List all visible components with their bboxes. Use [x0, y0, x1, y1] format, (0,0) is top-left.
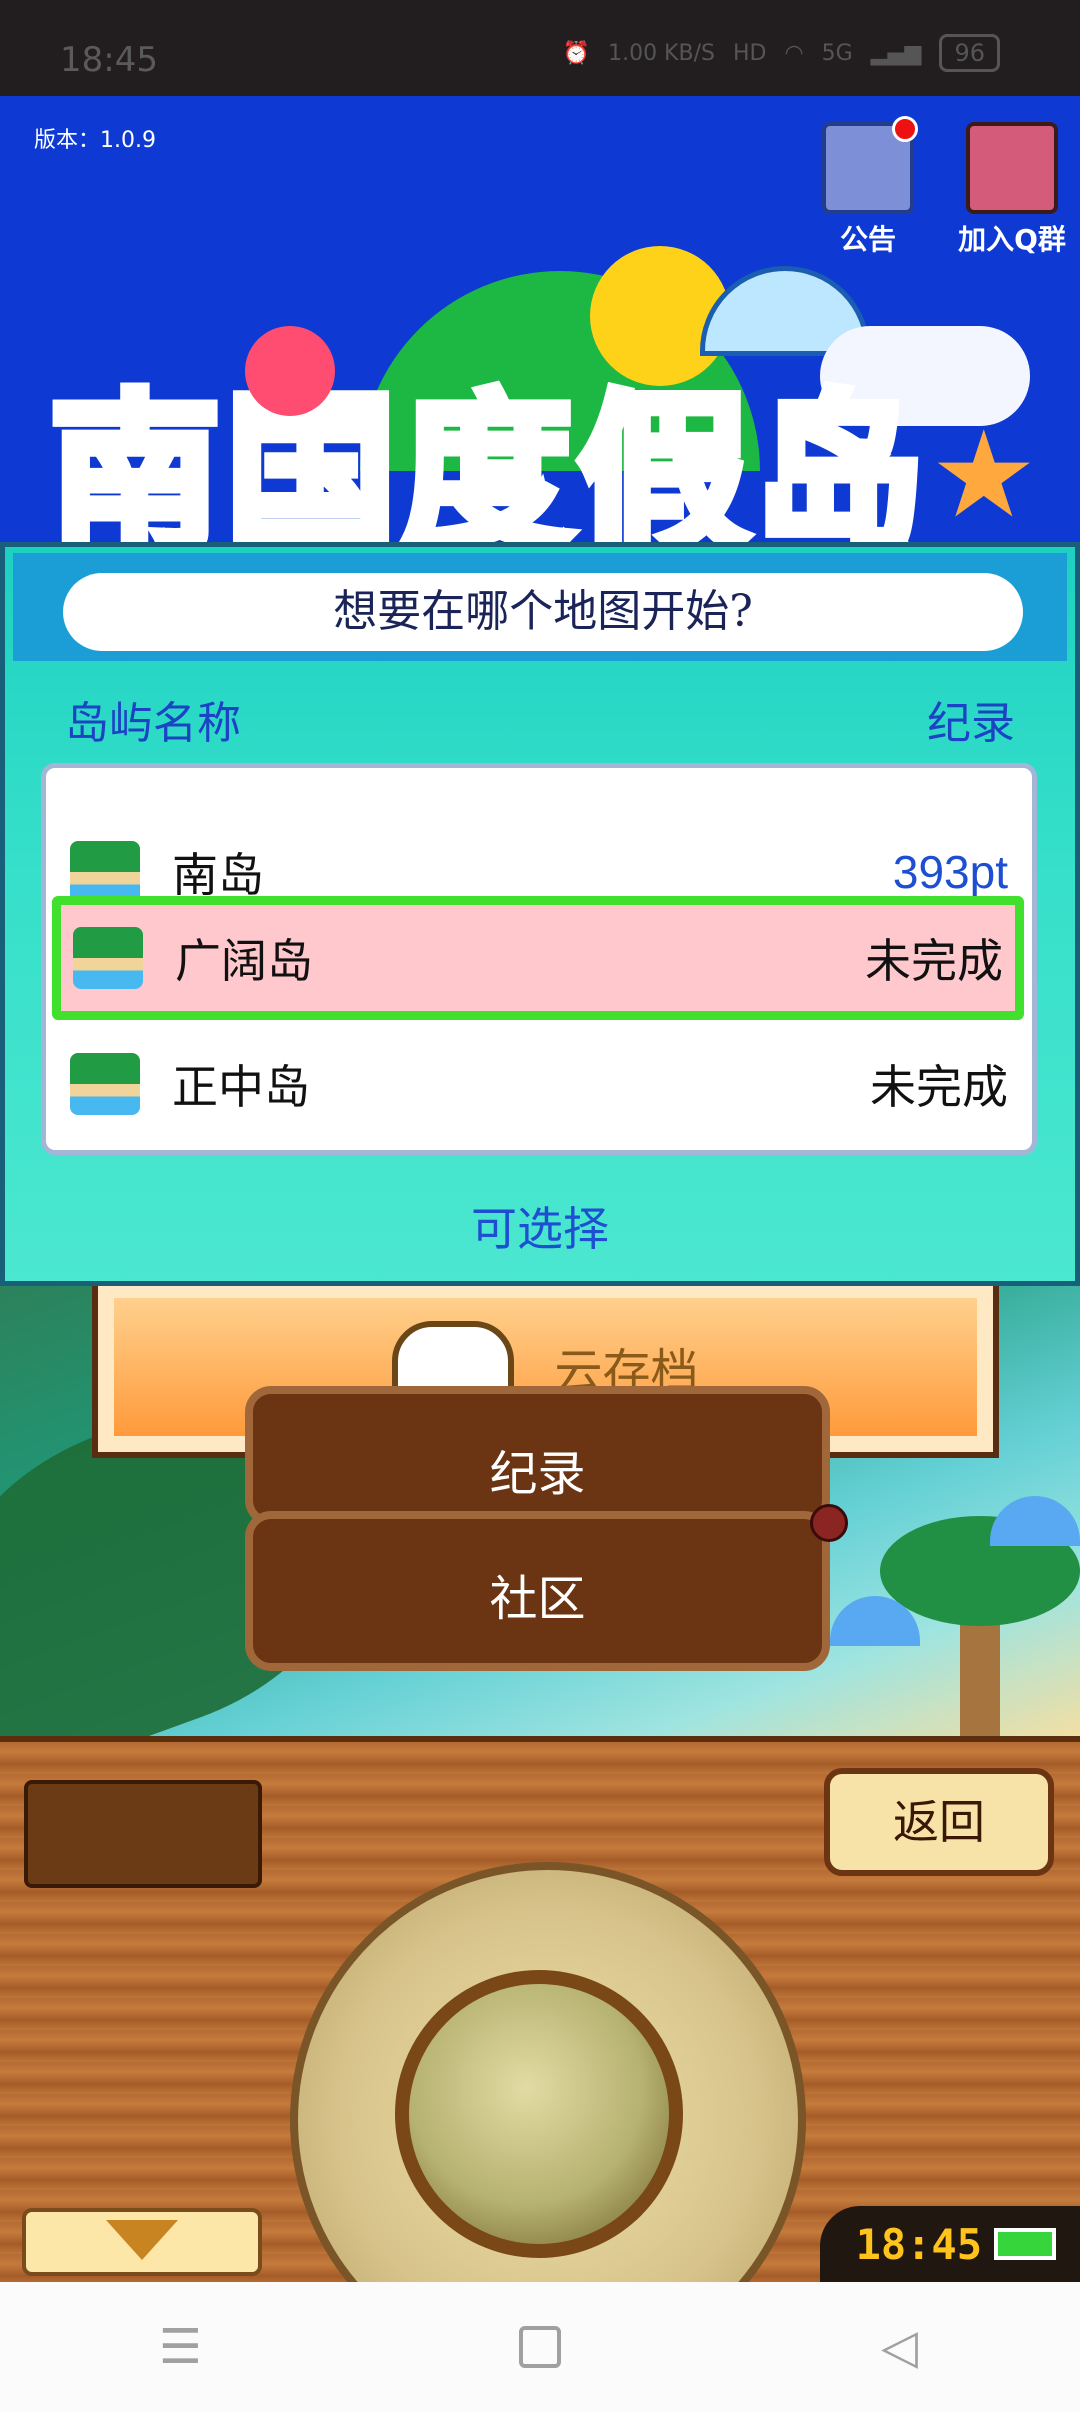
down-arrow-icon — [106, 2220, 178, 2260]
alarm-icon: ⏰ — [562, 40, 591, 66]
menu-icon[interactable]: ☰ — [158, 2323, 202, 2371]
hd-badge: HD — [732, 40, 767, 66]
version-label: 版本：1.0.9 — [34, 128, 156, 153]
island-icon — [73, 927, 143, 989]
avatar-icon — [966, 122, 1058, 214]
island-row-center[interactable]: 正中岛 未完成 — [58, 1032, 1020, 1136]
island-icon — [70, 1053, 140, 1115]
join-group-label: 加入Q群 — [958, 223, 1066, 256]
island-record: 未完成 — [870, 1060, 1008, 1114]
island-record: 393pt — [892, 846, 1008, 898]
column-header-island-name: 岛屿名称 — [65, 698, 241, 749]
navigation-bar: ☰ ◁ — [0, 2282, 1080, 2412]
notification-dot — [892, 116, 918, 142]
island-list: 南岛 393pt 广阔岛 未完成 正中岛 未完成 — [41, 763, 1037, 1155]
signal-label: 5G — [821, 40, 853, 66]
status-time: 18:45 — [60, 40, 158, 80]
rope-knob-icon — [810, 1504, 848, 1542]
island-icon — [70, 841, 140, 903]
starfish-icon: ★ — [930, 406, 1038, 545]
island-row-broad[interactable]: 广阔岛 未完成 — [52, 896, 1024, 1020]
map-select-dialog: 想要在哪个地图开始? 岛屿名称 纪录 南岛 393pt 广阔岛 未完成 正中岛 … — [0, 542, 1080, 1286]
wifi-icon: ◠ — [784, 40, 804, 66]
join-group-button[interactable]: 加入Q群 — [952, 122, 1072, 258]
community-button[interactable]: 社区 — [245, 1511, 830, 1671]
game-screen: 版本：1.0.9 公告 加入Q群 南 国 度 假 岛 ★ 云存档 纪录 社区 想… — [0, 96, 1080, 2282]
choosable-label: 可选择 — [471, 1202, 609, 1256]
battery-indicator: 96 — [939, 34, 1000, 72]
notice-label: 公告 — [839, 223, 896, 256]
hibiscus-icon — [245, 326, 335, 416]
scroll-down-button[interactable] — [22, 2208, 262, 2276]
notice-button[interactable]: 公告 — [818, 116, 918, 258]
status-icons: ⏰ 1.00 KB/S HD ◠ 5G ▂▄▆ 96 — [563, 34, 1000, 72]
signal-icon: ▂▄▆ — [870, 40, 922, 66]
empty-slot — [24, 1780, 262, 1888]
island-name: 正中岛 — [172, 1060, 310, 1114]
records-button[interactable]: 纪录 — [245, 1386, 830, 1526]
island-record: 未完成 — [865, 934, 1003, 988]
net-speed: 1.00 KB/S — [608, 40, 715, 66]
back-triangle-icon[interactable]: ◁ — [878, 2323, 922, 2371]
control-panel: 返回 18:45 — [0, 1736, 1080, 2282]
island-name: 广阔岛 — [175, 934, 313, 988]
game-clock-bar: 18:45 — [820, 2206, 1080, 2282]
status-bar: 18:45 ⏰ 1.00 KB/S HD ◠ 5G ▂▄▆ 96 — [0, 0, 1080, 96]
dialog-prompt: 想要在哪个地图开始? — [63, 573, 1023, 651]
dial-center-button[interactable] — [395, 1970, 683, 2258]
game-clock: 18:45 — [855, 2219, 982, 2269]
column-header-record: 纪录 — [927, 698, 1015, 749]
dialog-header: 想要在哪个地图开始? — [13, 553, 1067, 661]
game-battery-icon — [994, 2228, 1056, 2260]
back-button[interactable]: 返回 — [824, 1768, 1054, 1876]
home-icon[interactable] — [518, 2326, 561, 2368]
